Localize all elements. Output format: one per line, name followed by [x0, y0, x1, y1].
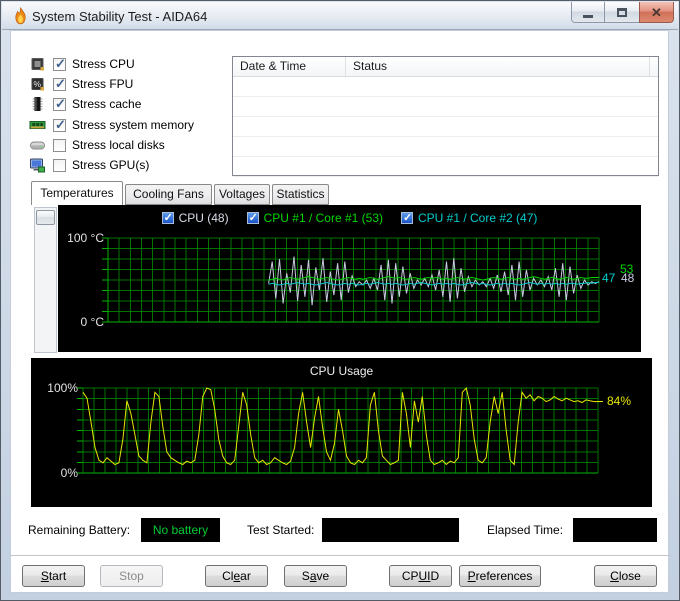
disk-icon — [30, 141, 45, 150]
clear-button[interactable]: Clear — [205, 565, 268, 587]
log-table-header-date-time[interactable]: Date & Time — [233, 57, 346, 76]
cpu-usage-chart-canvas — [77, 386, 599, 474]
temperature-scrollbar-thumb[interactable] — [36, 210, 55, 225]
stress-gpu-label[interactable]: Stress GPU(s) — [72, 158, 149, 172]
remaining-battery-value-box: No battery — [141, 518, 220, 542]
tab-statistics[interactable]: Statistics — [272, 184, 329, 205]
log-table-row — [233, 117, 658, 137]
log-table: Date & Time Status — [232, 56, 659, 177]
tab-voltages[interactable]: Voltages — [214, 184, 270, 205]
caption-buttons: ✕ — [571, 2, 674, 23]
button-bar-separator — [11, 555, 671, 556]
stress-fpu-checkbox[interactable] — [53, 76, 66, 92]
log-table-row — [233, 77, 658, 97]
cpu-usage-end-value: 84% — [607, 394, 632, 408]
log-table-body — [233, 77, 658, 177]
temperature-scrollbar[interactable] — [34, 207, 57, 353]
cache-icon — [32, 97, 43, 111]
tab-cooling-fans[interactable]: Cooling Fans — [125, 184, 212, 205]
svg-text:%: % — [34, 79, 42, 89]
memory-icon — [29, 121, 46, 129]
preferences-button[interactable]: Preferences — [459, 565, 541, 587]
close-icon: ✕ — [651, 4, 662, 20]
cpu-icon — [31, 58, 44, 71]
elapsed-time-value-box — [573, 518, 657, 542]
stress-cpu-label[interactable]: Stress CPU — [72, 57, 135, 71]
minimize-button[interactable] — [571, 2, 605, 23]
maximize-icon — [617, 7, 627, 17]
close-button[interactable]: ✕ — [639, 2, 674, 23]
series-line-CPU Usage — [82, 386, 598, 466]
stop-button: Stop — [100, 565, 163, 587]
remaining-battery-label: Remaining Battery: — [28, 523, 131, 537]
elapsed-time-label: Elapsed Time: — [487, 523, 564, 537]
cpu-usage-end-tick — [597, 401, 603, 402]
stress-memory-checkbox[interactable] — [53, 117, 66, 133]
test-started-label: Test Started: — [247, 523, 315, 537]
stress-cpu-checkbox[interactable] — [53, 56, 66, 72]
temperature-chart: CPU (48) CPU #1 / Core #1 (53) CPU #1 / … — [58, 205, 641, 352]
system-stability-test-window: System Stability Test - AIDA64 ✕ Stress … — [0, 0, 680, 601]
stress-gpu-row[interactable]: Stress GPU(s) — [29, 156, 149, 174]
flame-icon — [15, 7, 26, 25]
fpu-icon: % — [31, 78, 44, 91]
save-button[interactable]: Save — [284, 565, 347, 587]
log-table-header-spacer — [650, 57, 658, 76]
series-line-CPU — [268, 256, 600, 306]
cpuid-button[interactable]: CPUID — [389, 565, 452, 587]
stress-memory-row[interactable]: Stress system memory — [29, 116, 194, 134]
close-action-button[interactable]: Close — [594, 565, 657, 587]
stress-gpu-checkbox[interactable] — [53, 158, 66, 172]
stress-disks-row[interactable]: Stress local disks — [29, 136, 165, 154]
cpu-usage-chart: CPU Usage 100% 0% 84% — [31, 358, 652, 507]
stress-cache-checkbox[interactable] — [53, 96, 66, 112]
log-table-row — [233, 137, 658, 157]
remaining-battery-value: No battery — [152, 523, 209, 537]
stress-fpu-row[interactable]: % Stress FPU — [29, 75, 133, 93]
titlebar[interactable]: System Stability Test - AIDA64 ✕ — [2, 2, 678, 30]
stress-disks-checkbox[interactable] — [53, 138, 66, 152]
stress-disks-label[interactable]: Stress local disks — [72, 138, 165, 152]
log-table-row — [233, 157, 658, 177]
tab-temperatures[interactable]: Temperatures — [31, 181, 123, 205]
maximize-button[interactable] — [605, 2, 639, 23]
window-title: System Stability Test - AIDA64 — [32, 9, 208, 24]
temp-end-value-core1: 53 — [620, 262, 634, 276]
test-started-value-box — [322, 518, 459, 542]
stress-fpu-label[interactable]: Stress FPU — [72, 77, 133, 91]
log-table-header: Date & Time Status — [233, 57, 658, 77]
temp-end-value-core2: 47 — [602, 271, 616, 285]
log-table-header-status[interactable]: Status — [346, 57, 650, 76]
temperature-chart-canvas — [102, 237, 600, 323]
stress-memory-label[interactable]: Stress system memory — [72, 118, 194, 132]
stress-cpu-row[interactable]: Stress CPU — [29, 55, 135, 73]
minimize-icon — [583, 14, 593, 18]
stress-cache-label[interactable]: Stress cache — [72, 97, 141, 111]
start-button[interactable]: Start — [22, 565, 85, 587]
gpu-icon — [30, 158, 45, 173]
stress-cache-row[interactable]: Stress cache — [29, 95, 141, 113]
log-table-row — [233, 97, 658, 117]
